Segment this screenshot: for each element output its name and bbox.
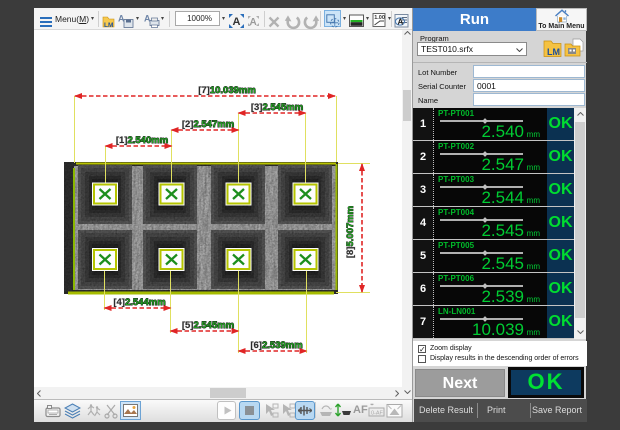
- svg-text:0-AF: 0-AF: [371, 411, 384, 417]
- svg-text:A: A: [250, 17, 257, 28]
- svg-text:1.00: 1.00: [374, 15, 385, 21]
- svg-text:LM: LM: [104, 22, 113, 29]
- svg-text:[1]2.540mm: [1]2.540mm: [116, 135, 168, 146]
- svg-text:LM: LM: [547, 47, 560, 57]
- svg-text:[3]2.545mm: [3]2.545mm: [251, 102, 303, 113]
- svg-text:[4]2.544mm: [4]2.544mm: [113, 297, 165, 308]
- svg-text:[6]2.539mm: [6]2.539mm: [250, 340, 302, 351]
- svg-text:A: A: [233, 16, 241, 28]
- svg-text:[2]2.547mm: [2]2.547mm: [182, 119, 234, 130]
- svg-text:[7]10.039mm: [7]10.039mm: [198, 85, 256, 96]
- svg-text:[5]2.545mm: [5]2.545mm: [182, 320, 234, 331]
- svg-text:A: A: [398, 18, 404, 27]
- svg-text:[8]5.007mm: [8]5.007mm: [345, 206, 356, 258]
